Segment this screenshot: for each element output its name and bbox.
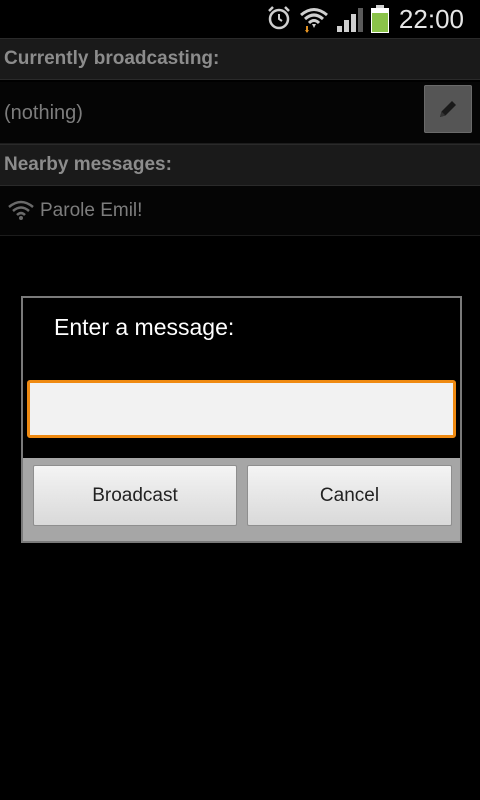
signal-icon bbox=[335, 4, 365, 34]
clock-text: 22:00 bbox=[398, 4, 464, 34]
enter-message-dialog: Enter a message: Broadcast Cancel bbox=[21, 296, 462, 543]
wifi-icon bbox=[299, 4, 329, 34]
message-input[interactable] bbox=[27, 380, 456, 438]
battery-icon bbox=[369, 4, 391, 34]
status-bar: 22:00 bbox=[0, 0, 480, 38]
alarm-icon bbox=[265, 4, 293, 32]
dialog-button-bar: Broadcast Cancel bbox=[23, 458, 460, 541]
dialog-title: Enter a message: bbox=[54, 314, 235, 340]
broadcast-button[interactable]: Broadcast bbox=[33, 465, 237, 526]
screen: 22:00 Currently broadcasting: (nothing) … bbox=[0, 0, 480, 800]
cancel-button[interactable]: Cancel bbox=[247, 465, 452, 526]
